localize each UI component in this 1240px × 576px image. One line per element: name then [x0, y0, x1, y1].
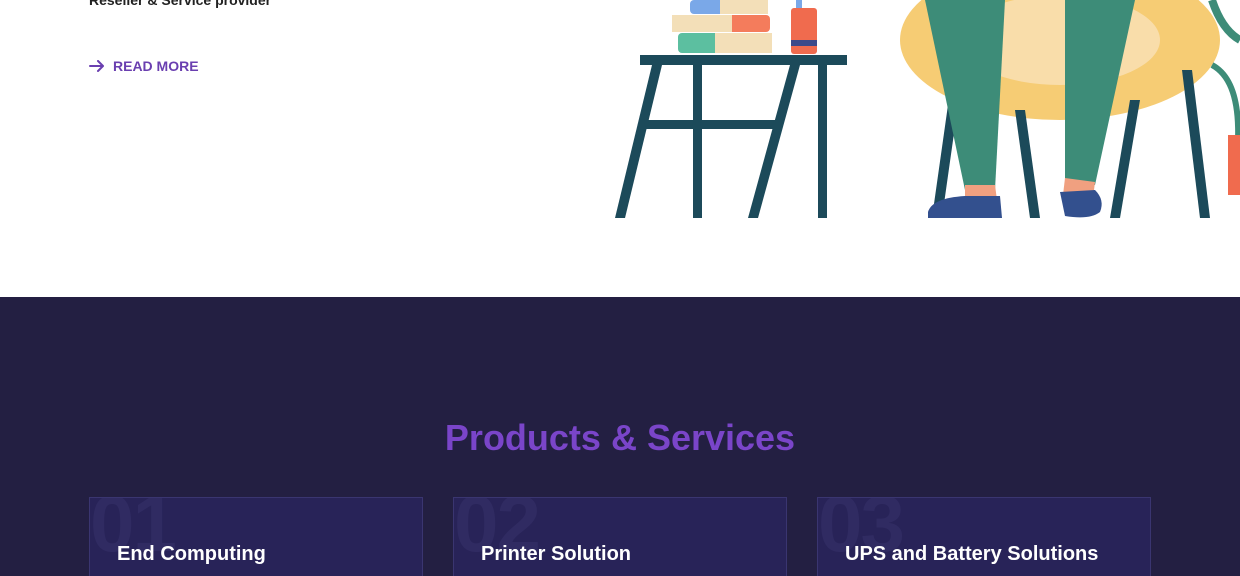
service-card-end-computing[interactable]: 01 End Computing — [89, 497, 423, 576]
read-more-label: READ MORE — [113, 58, 199, 74]
services-section: Products & Services 01 End Computing 02 … — [0, 297, 1240, 576]
card-title: End Computing — [117, 543, 266, 565]
arrow-right-icon — [89, 60, 105, 72]
hero-illustration — [615, 0, 1240, 218]
card-title: UPS and Battery Solutions — [845, 543, 1099, 565]
service-card-ups-battery[interactable]: 03 UPS and Battery Solutions — [817, 497, 1151, 576]
read-more-link[interactable]: READ MORE — [89, 58, 199, 74]
hero-section: Reseller & Service provider READ MORE — [0, 0, 1240, 297]
service-card-printer-solution[interactable]: 02 Printer Solution — [453, 497, 787, 576]
card-title: Printer Solution — [481, 543, 631, 565]
services-title: Products & Services — [444, 417, 796, 458]
hero-tagline: Reseller & Service provider — [89, 0, 272, 8]
